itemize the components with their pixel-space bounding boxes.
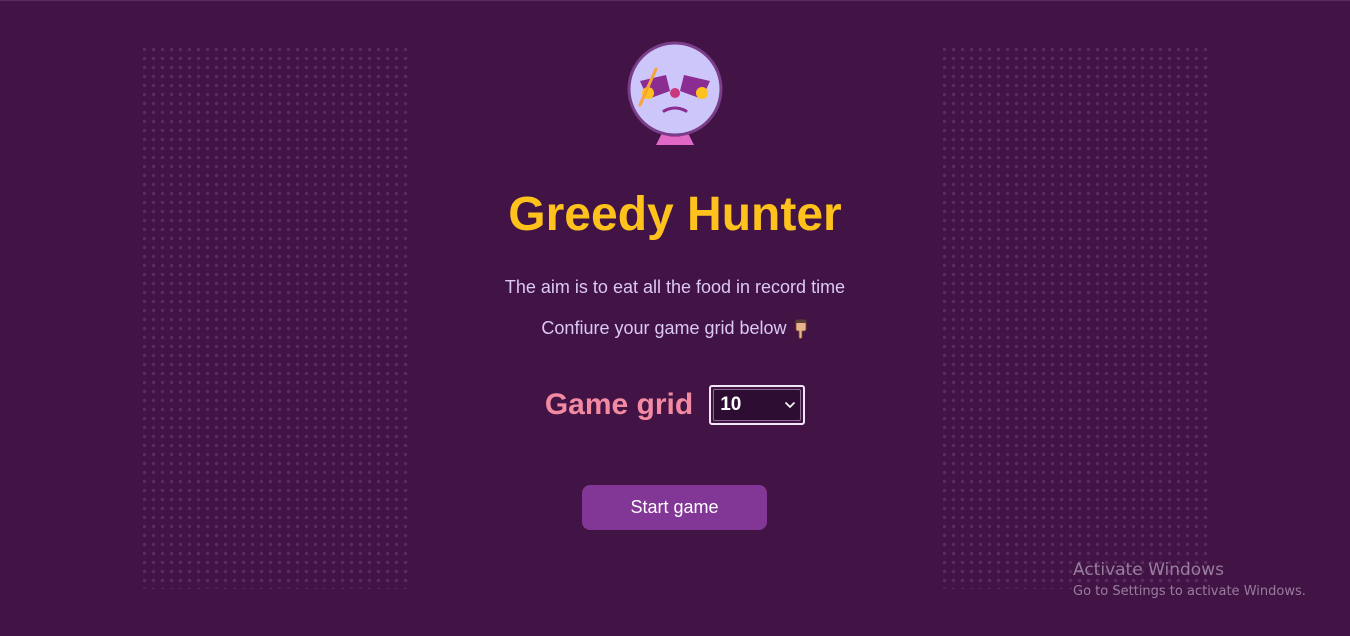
game-grid-select-box[interactable]: 10 (713, 389, 802, 421)
watermark-subtitle: Go to Settings to activate Windows. (1073, 584, 1306, 599)
hand-pointing-down-icon (795, 319, 806, 340)
game-start-screen: Greedy Hunter The aim is to eat all the … (0, 0, 1350, 636)
hunter-face-icon (627, 41, 723, 145)
chevron-down-icon (785, 402, 795, 408)
start-game-button[interactable]: Start game (582, 485, 767, 530)
grid-config-row: Game grid 10 (0, 384, 1350, 426)
game-grid-select[interactable]: 10 (709, 385, 806, 425)
windows-activation-watermark: Activate Windows Go to Settings to activ… (1073, 558, 1306, 602)
watermark-title: Activate Windows (1073, 560, 1224, 580)
game-grid-value: 10 (720, 394, 742, 415)
configure-instructions: Confiure your game grid below (0, 316, 1350, 340)
game-grid-label: Game grid (544, 388, 694, 421)
game-aim-text: The aim is to eat all the food in record… (504, 277, 846, 297)
configure-text: Confiure your game grid below (541, 318, 787, 338)
game-title: Greedy Hunter (508, 188, 842, 241)
